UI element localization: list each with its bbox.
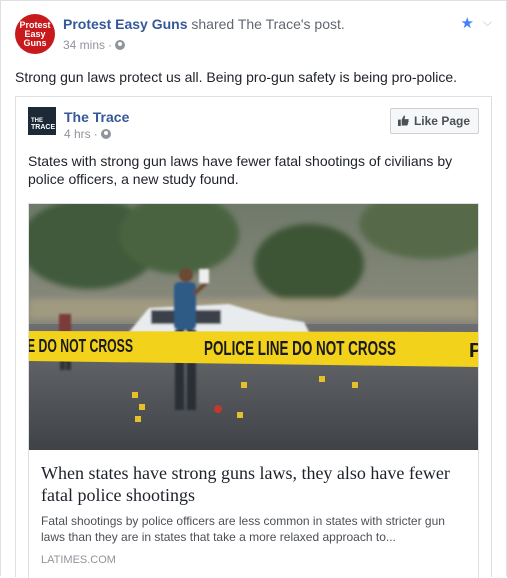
page-name-link[interactable]: Protest Easy Guns (63, 16, 188, 32)
shared-post: THE TRACE The Trace 4 hrs · Like Page Sta… (15, 96, 492, 578)
meta-separator: · (93, 127, 98, 141)
shared-post-header: THE TRACE The Trace 4 hrs · Like Page (28, 107, 479, 143)
meta-separator: · (108, 38, 113, 52)
link-description: Fatal shootings by police officers are l… (41, 514, 445, 544)
police-tape: E DO NOT CROSS POLICE LINE DO NOT CROSS … (29, 331, 478, 367)
shared-post-text: States with strong gun laws have fewer f… (28, 153, 453, 187)
post-header-line: Protest Easy Guns shared The Trace's pos… (63, 16, 345, 32)
link-preview-photo[interactable]: E DO NOT CROSS POLICE LINE DO NOT CROSS … (29, 204, 478, 450)
shared-post-meta: 4 hrs · (64, 127, 111, 141)
star-icon[interactable]: ★ (461, 14, 474, 32)
the-trace-avatar[interactable]: THE TRACE (28, 107, 56, 135)
link-title[interactable]: When states have strong guns laws, they … (41, 462, 466, 506)
post-timestamp[interactable]: 34 mins (63, 38, 105, 52)
tape-text-left: E DO NOT CROSS (29, 336, 133, 356)
post-meta: 34 mins · (63, 38, 126, 52)
link-domain: LATIMES.COM (41, 554, 116, 566)
chevron-down-icon[interactable]: ⌵ (483, 15, 492, 30)
feed-post: Protest Easy Guns Protest Easy Guns shar… (0, 0, 507, 578)
like-page-button[interactable]: Like Page (389, 108, 479, 134)
post-header: Protest Easy Guns Protest Easy Guns shar… (15, 14, 492, 54)
tape-text-main: POLICE LINE DO NOT CROSS (204, 338, 396, 360)
like-page-label: Like Page (413, 114, 470, 128)
post-status-text: Strong gun laws protect us all. Being pr… (15, 69, 458, 85)
avatar-text: Protest Easy Guns (19, 19, 51, 48)
shared-post-timestamp[interactable]: 4 hrs (64, 127, 91, 141)
page-avatar[interactable]: Protest Easy Guns (15, 14, 55, 54)
globe-icon[interactable] (100, 129, 111, 139)
thumbs-up-icon (397, 115, 409, 126)
link-preview-card[interactable]: E DO NOT CROSS POLICE LINE DO NOT CROSS … (28, 203, 479, 578)
avatar-line-2: TRACE (31, 124, 56, 131)
shared-page-name-link[interactable]: The Trace (64, 109, 129, 125)
globe-icon[interactable] (115, 40, 126, 50)
tape-text-right: P (469, 340, 478, 362)
share-text: shared The Trace's post. (191, 16, 345, 32)
